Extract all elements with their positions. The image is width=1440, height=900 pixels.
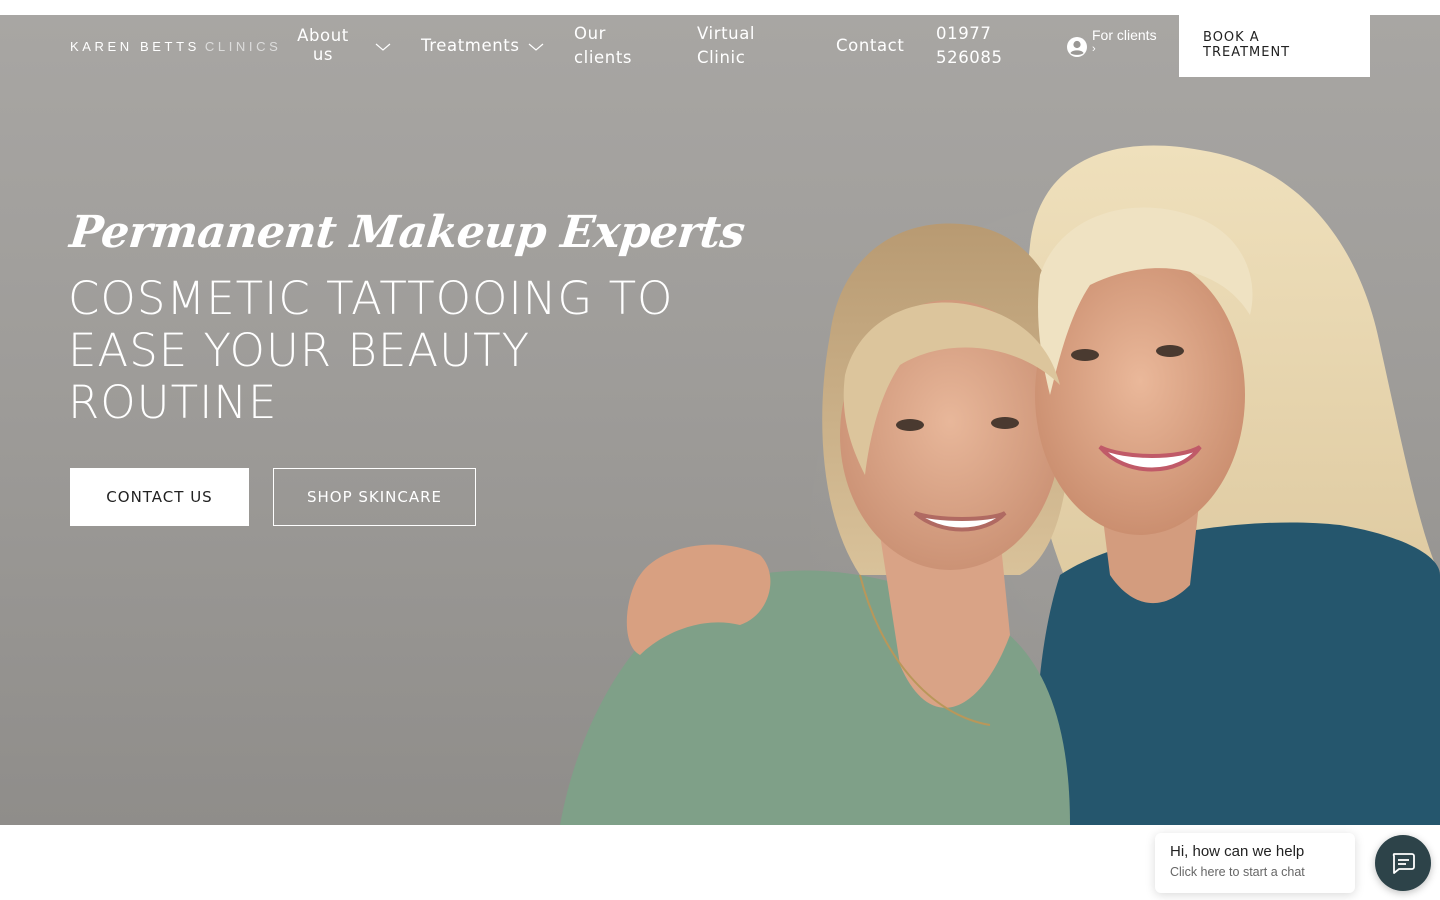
nav-contact[interactable]: Contact (836, 35, 904, 57)
for-clients-text: For clients (1092, 27, 1157, 43)
for-clients-link[interactable]: For clients › (1066, 25, 1166, 65)
nav-about-line2: us (312, 45, 334, 64)
for-clients-arrow: › (1092, 43, 1096, 55)
book-line2: TREATMENT (1203, 45, 1291, 60)
chat-launcher-button[interactable] (1375, 835, 1431, 891)
hero-section: KAREN BETTS CLINICS About us Treatments O… (0, 15, 1440, 825)
for-clients-label: For clients › (1092, 26, 1172, 55)
top-strip (0, 0, 1440, 15)
nav-our-clients-line1: Our (574, 24, 607, 43)
chat-prompt-bubble[interactable]: Hi, how can we help Click here to start … (1155, 833, 1355, 893)
book-treatment-button[interactable]: BOOK A TREATMENT (1179, 15, 1370, 77)
phone-line1: 01977 (936, 24, 992, 43)
main-navigation: KAREN BETTS CLINICS About us Treatments O… (0, 15, 1440, 95)
shop-skincare-button[interactable]: SHOP SKINCARE (273, 468, 476, 526)
contact-us-button[interactable]: CONTACT US (70, 468, 249, 526)
nav-virtual-clinic[interactable]: Virtual Clinic (697, 22, 787, 70)
nav-virtual-line1: Virtual (697, 24, 756, 43)
nav-treatments[interactable]: Treatments (421, 35, 520, 57)
chat-prompt-title: Hi, how can we help (1170, 843, 1305, 860)
phone-line2: 526085 (936, 48, 1003, 67)
hero-title: COSMETIC TATTOOING TO EASE YOUR BEAUTY R… (68, 273, 748, 429)
nav-virtual-line2: Clinic (697, 48, 746, 67)
nav-about-us[interactable]: About us (297, 25, 349, 63)
nav-our-clients-line2: clients (574, 48, 633, 67)
nav-our-clients[interactable]: Our clients (574, 22, 664, 70)
hero-title-line2: EASE YOUR BEAUTY (68, 324, 531, 377)
nav-about-line1: About (297, 26, 349, 45)
logo-primary-text: KAREN BETTS (70, 39, 200, 54)
hero-script-title: Permanent Makeup Experts (67, 207, 748, 258)
logo-secondary-text: CLINICS (204, 39, 282, 54)
user-circle-icon (1067, 37, 1087, 57)
chevron-down-icon[interactable] (528, 42, 544, 52)
phone-number-link[interactable]: 01977 526085 (936, 22, 1026, 70)
chat-icon (1392, 853, 1415, 874)
hero-title-line3: ROUTINE (68, 376, 278, 429)
chevron-down-icon[interactable] (375, 42, 391, 52)
book-line1: BOOK A (1203, 30, 1260, 45)
hero-title-line1: COSMETIC TATTOOING TO (68, 272, 674, 325)
chat-prompt-subtitle: Click here to start a chat (1170, 865, 1305, 879)
site-logo[interactable]: KAREN BETTS CLINICS (70, 39, 281, 54)
